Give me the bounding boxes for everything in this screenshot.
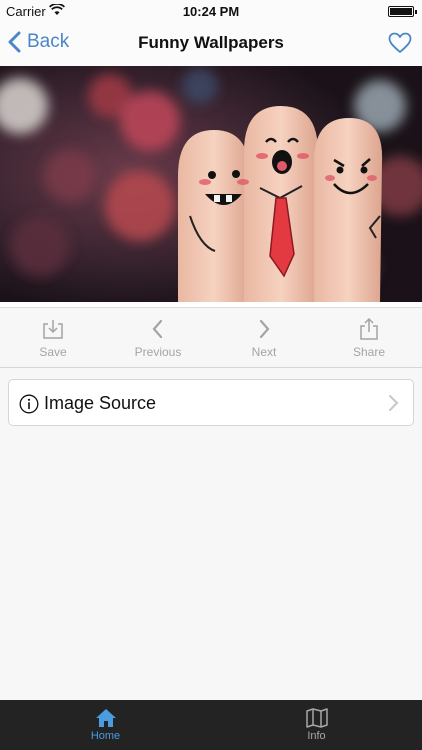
back-label: Back (27, 31, 70, 52)
info-icon (19, 394, 39, 414)
previous-label: Previous (134, 345, 182, 359)
save-icon (43, 320, 63, 339)
next-icon (259, 319, 270, 339)
status-time: 10:24 PM (182, 4, 240, 19)
wallpaper-image[interactable] (0, 66, 422, 302)
image-source-row[interactable]: Image Source (8, 379, 414, 426)
next-label: Next (251, 345, 277, 359)
previous-icon (152, 319, 163, 339)
favorite-button[interactable] (388, 32, 412, 59)
share-button[interactable]: Share (316, 308, 422, 368)
status-bar: Carrier 10:24 PM (0, 0, 422, 22)
home-icon (95, 709, 116, 727)
save-button[interactable]: Save (0, 308, 106, 368)
navigation-bar: Back Funny Wallpapers (0, 22, 422, 66)
map-icon (305, 708, 328, 728)
back-button[interactable]: Back (8, 31, 69, 53)
tab-info-label: Info (307, 730, 326, 742)
share-label: Share (352, 345, 386, 359)
tab-home-label: Home (90, 730, 121, 742)
heart-icon (388, 32, 412, 53)
save-label: Save (39, 345, 67, 359)
tab-home[interactable]: Home (0, 700, 211, 750)
tab-bar: Home Info (0, 700, 422, 750)
image-toolbar: Save Previous Next Share (0, 308, 422, 368)
previous-button[interactable]: Previous (105, 308, 211, 368)
image-source-label: Image Source (44, 393, 157, 413)
tab-info[interactable]: Info (211, 700, 422, 750)
chevron-left-icon (8, 31, 21, 53)
battery-icon (388, 6, 417, 17)
next-button[interactable]: Next (211, 308, 317, 368)
share-icon (360, 318, 378, 340)
chevron-right-icon (389, 395, 399, 411)
